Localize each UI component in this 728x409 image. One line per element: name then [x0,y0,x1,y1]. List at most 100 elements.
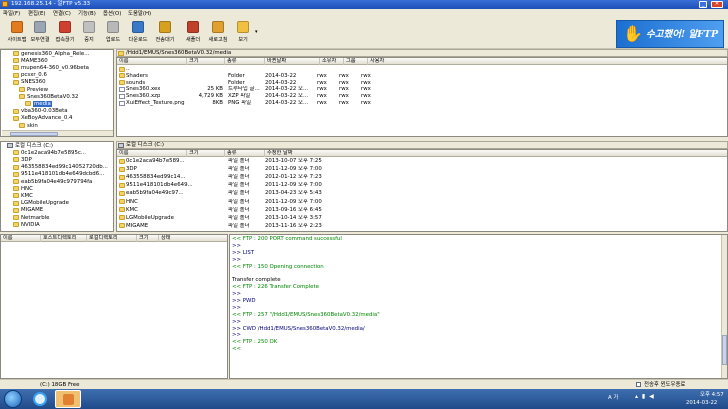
queue-button[interactable]: 전송대기 [152,20,178,48]
file-row[interactable]: LGMobileUpgrade 파일 폴더 2013-10-14 오후 3:57 [117,215,717,222]
tree-item-label: 3DP [21,156,32,163]
column-header[interactable]: 그룹 [344,58,368,65]
cell-date: 2013-11-16 오후 2:23 [265,222,322,229]
file-icon [119,100,125,106]
scroll-thumb[interactable] [722,335,727,365]
menu-item[interactable]: 편집(E) [28,11,46,18]
tree-item-label: pcsxr_0.6 [21,72,47,79]
column-header[interactable]: 바뀐날짜 [265,58,320,65]
column-header[interactable]: 로컬디렉토리 [87,235,137,242]
transfer-queue[interactable]: 이름 호스트디렉토리 로컬디렉토리 크기 상태 [0,234,228,379]
tree-item-label: 463558834ed99c14052720db... [21,164,108,171]
remote-file-list[interactable]: 이름 크기 종류 바뀐날짜 소유자 그룹 사용자 .. Shaders Folder 2014-0… [116,57,728,137]
start-button[interactable] [4,390,22,408]
toolbar-label: 새로고침 [208,37,228,43]
cell-owner: rwx [317,93,327,100]
file-row[interactable]: KMC 파일 폴더 2013-09-16 오후 6:45 [117,207,717,214]
file-row[interactable]: Shaders Folder 2014-03-22 rwx rwx rwx [117,73,717,80]
folder-icon [13,200,19,206]
file-row[interactable]: eab5b9fa04e49c97... 파일 폴더 2013-04-23 오후 5:… [117,190,717,197]
column-header[interactable]: 이름 [1,235,41,242]
toolbar-label: 새폴더 [185,37,201,43]
file-row[interactable]: 9511e418101db4e649... 파일 폴더 2011-12-09 오후 … [117,182,717,189]
stop-button[interactable]: 중지 [76,20,102,48]
cell-name: Shaders [126,72,148,79]
minimize-button[interactable]: _ [699,1,707,8]
download-button[interactable]: 다운로드 [125,20,151,48]
view-button[interactable]: 보기 [230,20,256,48]
menu-item[interactable]: 옵션(O) [103,11,121,18]
log-line: >> PWD [232,298,256,305]
refresh-icon [212,21,224,33]
menu-item[interactable]: 연결(C) [53,11,71,18]
toolbar-label: 보기 [238,37,248,43]
folder-icon [119,73,125,79]
ie-icon[interactable] [33,392,47,406]
reconnect-button[interactable]: 모두연결 [27,20,53,48]
banner-text: 수고했어! 알FTP [646,29,719,40]
remote-tree-panel[interactable]: genesis360_Alpha_Rele... MAME360 mupen64-3… [0,49,114,137]
column-header[interactable]: 이름 [117,150,187,157]
file-row[interactable]: HNC 파일 폴더 2011-12-09 오후 7:00 [117,199,717,206]
column-header[interactable]: 종류 [225,150,265,157]
file-row[interactable]: Snes360.xzp 4,729 KB XZP 파일 2014-03-22 오...… [117,93,717,100]
column-header[interactable]: 소유자 [320,58,344,65]
cell-date: 2014-03-22 [265,79,297,86]
folder-icon [13,65,19,71]
cell-name: 463558834ed99c14... [126,174,186,181]
column-header[interactable]: 크기 [187,58,225,65]
ime-indicator[interactable]: A 가 [608,395,618,402]
menu-item[interactable]: 도움말(H) [128,11,151,18]
column-header[interactable]: 크기 [187,150,225,157]
local-tree-panel[interactable]: 로컬 디스크 (C:) 0c1e2aca94b7e5895c... 3DP 46355… [0,141,114,232]
cell-type: Folder [228,72,245,79]
file-row[interactable]: XuiEffect_Texture.png 8KB PNG 파일 2014-03-22… [117,100,717,107]
file-row[interactable]: sounds Folder 2014-03-22 rwx rwx rwx [117,80,717,87]
column-header[interactable]: 상태 [159,235,227,242]
log-panel[interactable]: << FTP : 200 PORT command successful >> >>… [229,234,728,379]
file-row[interactable]: 463558834ed99c14... 파일 폴더 2012-01-12 오후 7:… [117,174,717,181]
file-row[interactable]: 3DP 파일 폴더 2011-12-09 오후 7:00 [117,166,717,173]
file-icon [119,93,125,99]
column-header[interactable]: 호스트디렉토리 [41,235,87,242]
remote-path-bar: /Hdd1/EMUS/Snes360BetaV0.32/media [116,49,728,57]
refresh-button[interactable]: 새로고침 [205,20,231,48]
log-lines: << FTP : 200 PORT command successful >> >>… [232,236,712,353]
folder-icon [13,51,19,56]
shutdown-checkbox[interactable] [636,382,641,387]
column-header[interactable]: 사용자 [368,58,727,65]
folder-icon [119,199,125,204]
column-header[interactable]: 종류 [225,58,265,65]
upload-button[interactable]: 업로드 [100,20,126,48]
tray-icons[interactable]: ▴ ▮ ◀ [635,393,655,401]
file-row[interactable]: MIGAME 파일 폴더 2013-11-16 오후 2:23 [117,223,717,230]
scroll-thumb[interactable] [10,132,58,136]
file-row[interactable]: 0c1e2aca94b7e589... 파일 폴더 2013-10-07 오후 7:… [117,158,717,165]
file-row[interactable]: Snes360.xex 25 KB 트루타입 글... 2014-03-22 오...… [117,86,717,93]
window-title: 192.168.25.14 - 알FTP v5.33 [11,1,91,7]
new-folder-button[interactable]: 새폴더 [180,20,206,48]
taskbar-app-alftp[interactable] [55,390,81,408]
column-header[interactable]: 수정한 날짜 [265,150,727,157]
remote-tree-scrollbar[interactable] [2,130,113,136]
view-dropdown-arrow[interactable]: ▾ [255,29,258,36]
clock-time[interactable]: 오후 4:57 [700,392,724,399]
log-scrollbar[interactable] [721,235,727,378]
reconnect-icon [34,21,46,33]
column-header[interactable]: 이름 [117,58,187,65]
column-header[interactable]: 크기 [137,235,159,242]
local-file-list[interactable]: 이름 크기 종류 수정한 날짜 0c1e2aca94b7e589... 파일 폴더 201… [116,149,728,232]
clock-date[interactable]: 2014-03-22 [686,400,717,407]
shutdown-label: 전송후 윈도우종료 [644,382,686,388]
folder-icon [13,72,19,78]
folder-icon [119,66,125,72]
close-button[interactable]: ✕ [711,1,723,8]
menu-item[interactable]: 기능(B) [78,11,96,18]
cell-type: 파일 폴더 [228,214,250,221]
file-row[interactable]: .. [117,66,717,73]
disconnect-button[interactable]: 접속끊기 [52,20,78,48]
status-bar: (C:) 18GB Free 전송후 윈도우종료 [0,379,728,389]
menu-item[interactable]: 파일(F) [3,11,20,18]
cell-date: 2014-03-22 [265,72,297,79]
tree-item-label: mupen64-360_v0.96beta [21,64,89,71]
